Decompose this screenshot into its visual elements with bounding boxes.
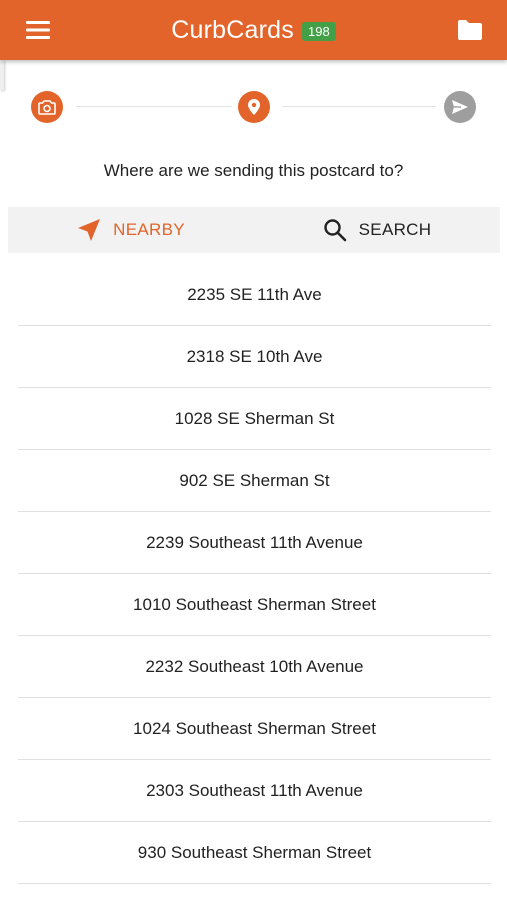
camera-icon (38, 99, 56, 115)
address-item[interactable]: 2232 Southeast 10th Avenue (18, 636, 491, 698)
title-group: CurbCards 198 (0, 0, 507, 60)
send-icon (452, 100, 468, 114)
drawer-edge-tab[interactable] (0, 60, 4, 90)
step-connector (282, 106, 436, 107)
hamburger-menu-icon (26, 21, 50, 39)
tab-search-label: SEARCH (358, 220, 432, 239)
app-title: CurbCards (171, 15, 294, 44)
app-header: CurbCards 198 (0, 0, 507, 60)
menu-button[interactable] (20, 14, 56, 46)
address-item[interactable]: 2318 SE 10th Ave (18, 326, 491, 388)
tab-nearby-label: NEARBY (113, 220, 185, 239)
step-address[interactable] (238, 91, 270, 123)
progress-stepper (0, 88, 507, 128)
folder-icon (458, 20, 482, 40)
step-send[interactable] (444, 91, 476, 123)
credits-badge: 198 (301, 21, 336, 41)
navigation-arrow-icon (78, 219, 101, 241)
tab-search[interactable]: SEARCH (254, 207, 500, 253)
destination-prompt: Where are we sending this postcard to? (103, 161, 404, 180)
location-mode-tabs: NEARBY SEARCH (8, 207, 500, 253)
folder-button[interactable] (453, 14, 487, 46)
address-item[interactable]: 902 SE Sherman St (18, 450, 491, 512)
address-item[interactable]: 2235 SE 11th Ave (18, 264, 491, 326)
address-item[interactable]: 930 Southeast Sherman Street (18, 822, 491, 884)
address-item[interactable]: 1010 Southeast Sherman Street (18, 574, 491, 636)
location-pin-icon (248, 99, 260, 115)
address-item[interactable]: 1028 SE Sherman St (18, 388, 491, 450)
address-item[interactable]: 2303 Southeast 11th Avenue (18, 760, 491, 822)
address-item[interactable]: 1024 Southeast Sherman Street (18, 698, 491, 760)
address-item[interactable]: 2239 Southeast 11th Avenue (18, 512, 491, 574)
address-list: 2235 SE 11th Ave 2318 SE 10th Ave 1028 S… (18, 264, 491, 884)
step-photo[interactable] (31, 91, 63, 123)
search-icon (323, 219, 346, 242)
tab-nearby[interactable]: NEARBY (8, 207, 254, 253)
step-connector (76, 106, 232, 107)
